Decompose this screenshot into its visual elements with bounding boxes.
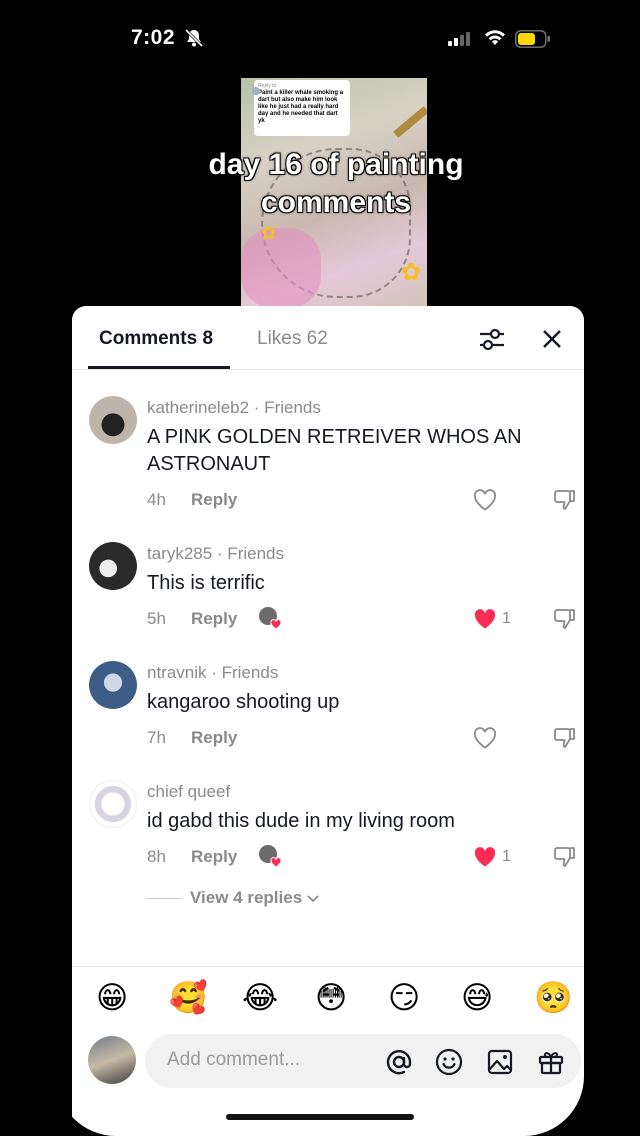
reply-button[interactable]: Reply <box>191 609 237 629</box>
view-replies-button[interactable]: View 4 replies <box>190 888 319 908</box>
screen: 7:02 ✿ ✿ Reply to Paint a killer whale s… <box>0 0 640 1136</box>
comment-text: A PINK GOLDEN RETREIVER WHOS AN ASTRONAU… <box>147 426 522 475</box>
comment-time: 8h <box>147 847 166 866</box>
emoji-icon[interactable] <box>435 1048 463 1076</box>
dislike-icon[interactable] <box>553 726 577 750</box>
bee-sticker-icon: ✿ <box>261 223 277 243</box>
emoji-smirk-button[interactable]: 😏 <box>388 981 420 1015</box>
close-icon[interactable] <box>539 326 565 352</box>
reply-sticker-label: Reply to <box>258 83 277 89</box>
avatar[interactable] <box>89 661 137 709</box>
comment-text: id gabd this dude in my living room <box>147 810 455 832</box>
status-time: 7:02 <box>131 26 176 49</box>
comment-text: This is terrific <box>147 572 265 594</box>
creator-liked-icon <box>259 845 282 868</box>
comment-input-placeholder: Add comment... <box>167 1049 301 1070</box>
reply-sticker-avatar <box>252 87 260 95</box>
caption-line-2: comments <box>260 186 412 219</box>
phone-screen: 7:02 ✿ ✿ Reply to Paint a killer whale s… <box>56 0 584 1136</box>
emoji-grin-button[interactable]: 😁 <box>96 981 128 1015</box>
painting-pink-area <box>241 228 321 308</box>
comment-composer: Add comment... <box>72 1032 584 1092</box>
heart-outline-icon[interactable] <box>473 489 497 511</box>
comment-username[interactable]: ntravnik · Friends <box>147 663 278 683</box>
comment-text: kangaroo shooting up <box>147 691 340 713</box>
tab-likes[interactable]: Likes 62 <box>257 328 328 350</box>
home-indicator <box>226 1114 414 1120</box>
emoji-flushed-button[interactable]: 😳 <box>315 981 347 1015</box>
dislike-icon[interactable] <box>553 845 577 869</box>
caption-line-1: day 16 of painting <box>208 148 464 181</box>
status-bar: 7:02 <box>56 24 584 56</box>
avatar[interactable] <box>89 780 137 828</box>
view-replies-label: View 4 replies <box>190 888 303 907</box>
tab-comments[interactable]: Comments 8 <box>99 328 213 350</box>
reply-comment-sticker: Reply to Paint a killer whale smoking a … <box>252 80 350 136</box>
comment-username[interactable]: katherineleb2 · Friends <box>147 398 321 418</box>
reply-sticker-text: Paint a killer whale smoking a dart but … <box>258 90 344 124</box>
comments-tabs: Comments 8 Likes 62 <box>72 306 584 370</box>
comment-time: 7h <box>147 728 166 747</box>
comment-username[interactable]: taryk285 · Friends <box>147 544 284 564</box>
gift-icon[interactable] <box>537 1048 565 1076</box>
silent-bell-icon <box>184 28 204 48</box>
image-icon[interactable] <box>486 1048 514 1076</box>
comment-input[interactable]: Add comment... <box>145 1034 581 1088</box>
avatar[interactable] <box>89 542 137 590</box>
video-caption-overlay: day 16 of painting comments <box>156 146 516 222</box>
avatar <box>88 1036 136 1084</box>
reply-button[interactable]: Reply <box>191 490 237 510</box>
active-tab-indicator <box>88 366 230 369</box>
reply-button[interactable]: Reply <box>191 847 237 867</box>
heart-filled-icon[interactable] <box>473 608 497 630</box>
comment-time: 4h <box>147 490 166 509</box>
comments-sheet: Comments 8 Likes 62 katherineleb2 · Frie… <box>72 306 584 1136</box>
dislike-icon[interactable] <box>553 607 577 631</box>
emoji-sweat-button[interactable]: 😅 <box>461 981 493 1015</box>
like-count: 1 <box>502 610 511 627</box>
heart-outline-icon[interactable] <box>473 727 497 749</box>
mention-icon[interactable] <box>385 1048 413 1076</box>
bee-sticker-icon: ✿ <box>401 259 422 286</box>
emoji-hearts-button[interactable]: 🥰 <box>169 981 208 1015</box>
quick-emoji-bar: 😁 🥰 😂 😳 😏 😅 🥺 <box>72 966 584 1028</box>
heart-filled-icon[interactable] <box>473 846 497 868</box>
like-count: 1 <box>502 848 511 865</box>
creator-liked-icon <box>259 607 282 630</box>
cellular-signal-icon <box>448 32 470 46</box>
filter-sliders-icon[interactable] <box>477 324 507 354</box>
paintbrush <box>393 106 427 138</box>
avatar[interactable] <box>89 396 137 444</box>
divider <box>147 898 181 899</box>
reply-button[interactable]: Reply <box>191 728 237 748</box>
emoji-pleading-button[interactable]: 🥺 <box>534 981 573 1015</box>
dislike-icon[interactable] <box>553 488 577 512</box>
comment-time: 5h <box>147 609 166 628</box>
chevron-down-icon <box>307 894 319 902</box>
wifi-icon <box>485 30 505 45</box>
emoji-laugh-button[interactable]: 😂 <box>242 981 278 1015</box>
battery-icon <box>515 30 550 48</box>
comment-username[interactable]: chief queef <box>147 782 230 802</box>
